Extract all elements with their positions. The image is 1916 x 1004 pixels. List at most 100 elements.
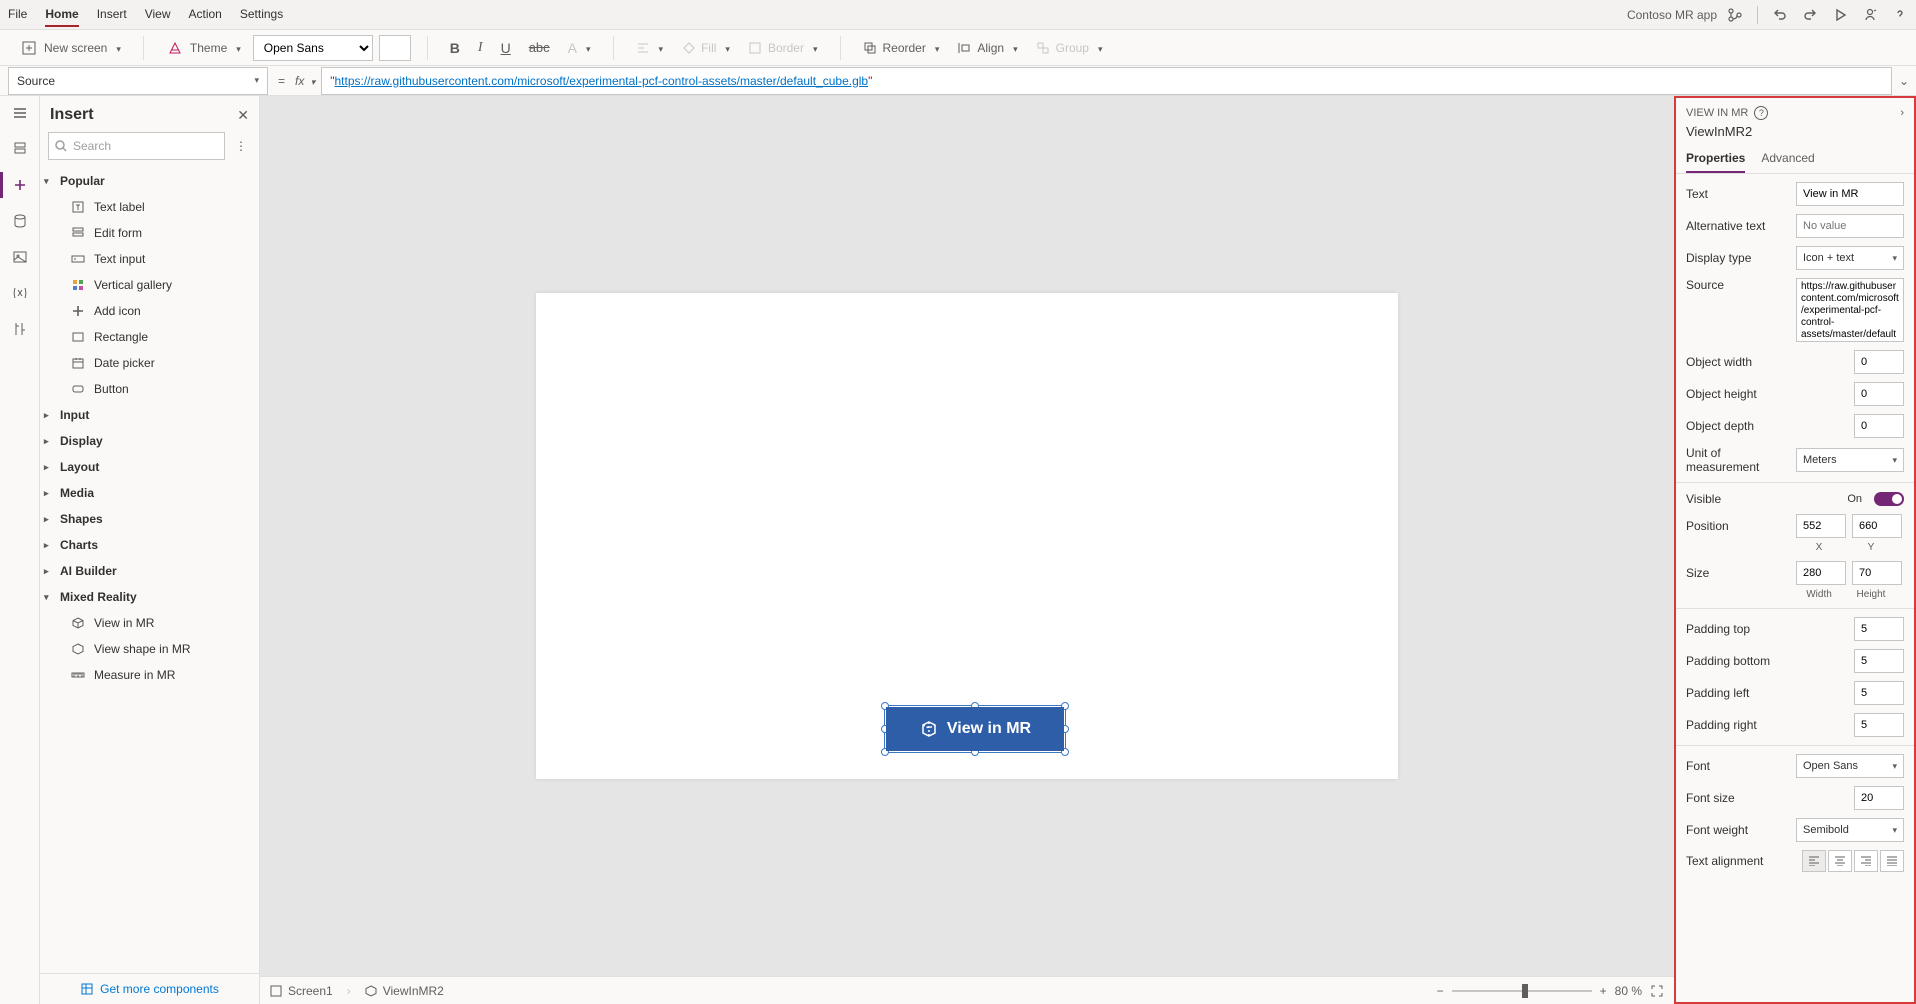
group-button[interactable]: Group xyxy=(1030,37,1109,59)
tree-item-view-in-mr[interactable]: View in MR xyxy=(40,610,259,636)
prop-alt-input[interactable] xyxy=(1796,214,1904,238)
help-icon[interactable] xyxy=(1892,7,1908,23)
prop-objh-input[interactable] xyxy=(1854,382,1904,406)
prop-visible-toggle[interactable] xyxy=(1874,492,1904,506)
tree-group-charts[interactable]: Charts xyxy=(40,532,259,558)
prop-font-select[interactable]: Open Sans xyxy=(1796,754,1904,778)
tree-view-icon[interactable] xyxy=(11,140,29,158)
prop-size-w[interactable] xyxy=(1796,561,1846,585)
prop-padr-input[interactable] xyxy=(1854,713,1904,737)
prop-padl-input[interactable] xyxy=(1854,681,1904,705)
search-input[interactable]: Search xyxy=(48,132,225,160)
tree-item-rectangle[interactable]: Rectangle xyxy=(40,324,259,350)
redo-icon[interactable] xyxy=(1802,7,1818,23)
zoom-in-icon[interactable]: + xyxy=(1600,984,1607,998)
text-align-button[interactable] xyxy=(630,37,670,59)
prop-size-h[interactable] xyxy=(1852,561,1902,585)
view-in-mr-button[interactable]: View in MR xyxy=(886,707,1064,751)
get-more-components[interactable]: Get more components xyxy=(40,973,259,1004)
hamburger-icon[interactable] xyxy=(11,104,29,122)
tree-group-mixed-reality[interactable]: Mixed Reality xyxy=(40,584,259,610)
play-icon[interactable] xyxy=(1832,7,1848,23)
align-left-button[interactable] xyxy=(1802,850,1826,872)
tree-item-text-input[interactable]: Text input xyxy=(40,246,259,272)
data-icon[interactable] xyxy=(11,212,29,230)
new-screen-button[interactable]: New screen xyxy=(14,35,127,61)
prop-objd-input[interactable] xyxy=(1854,414,1904,438)
fill-button[interactable]: Fill xyxy=(675,37,736,59)
tab-properties[interactable]: Properties xyxy=(1686,145,1745,173)
menu-tab-home[interactable]: Home xyxy=(45,3,78,27)
property-selector[interactable]: Source ▾ xyxy=(8,67,268,95)
theme-button[interactable]: Theme xyxy=(160,35,247,61)
italic-button[interactable]: I xyxy=(472,36,489,60)
share-icon[interactable] xyxy=(1862,7,1878,23)
tree-group-shapes[interactable]: Shapes xyxy=(40,506,259,532)
help-badge-icon[interactable]: ? xyxy=(1754,106,1768,120)
prop-objw-input[interactable] xyxy=(1854,350,1904,374)
bold-button[interactable]: B xyxy=(444,36,466,60)
prop-pos-x[interactable] xyxy=(1796,514,1846,538)
prop-text-input[interactable] xyxy=(1796,182,1904,206)
prop-unit-select[interactable]: Meters xyxy=(1796,448,1904,472)
menu-tab-view[interactable]: View xyxy=(145,3,171,27)
menu-tab-file[interactable]: File xyxy=(8,3,27,27)
tree-item-view-shape-in-mr[interactable]: View shape in MR xyxy=(40,636,259,662)
tree-group-ai-builder[interactable]: AI Builder xyxy=(40,558,259,584)
source-control-icon[interactable] xyxy=(1727,7,1743,23)
font-size-input[interactable] xyxy=(379,35,411,61)
align-right-button[interactable] xyxy=(1854,850,1878,872)
fit-icon[interactable] xyxy=(1650,984,1664,998)
tree-item-date-picker[interactable]: Date picker xyxy=(40,350,259,376)
tree-item-text-label[interactable]: Text label xyxy=(40,194,259,220)
tree-item-measure-in-mr[interactable]: Measure in MR xyxy=(40,662,259,688)
border-button[interactable]: Border xyxy=(742,37,824,59)
tree-group-layout[interactable]: Layout xyxy=(40,454,259,480)
tree-group-popular[interactable]: Popular xyxy=(40,168,259,194)
tree-item-edit-form[interactable]: Edit form xyxy=(40,220,259,246)
menu-tab-action[interactable]: Action xyxy=(189,3,222,27)
align-center-button[interactable] xyxy=(1828,850,1852,872)
tree-group-media[interactable]: Media xyxy=(40,480,259,506)
more-icon[interactable]: ⋮ xyxy=(231,139,251,153)
tree-group-display[interactable]: Display xyxy=(40,428,259,454)
strike-button[interactable]: abc xyxy=(523,36,556,59)
prop-fontsize-input[interactable] xyxy=(1854,786,1904,810)
font-select[interactable]: Open Sans xyxy=(253,35,373,61)
canvas-stage[interactable]: View in MR xyxy=(260,96,1674,976)
collapse-panel-icon[interactable]: › xyxy=(1900,107,1904,119)
tree-group-input[interactable]: Input xyxy=(40,402,259,428)
breadcrumb-control[interactable]: ViewInMR2 xyxy=(365,984,444,998)
font-color-button[interactable]: A xyxy=(562,36,597,60)
prop-fontweight-select[interactable]: Semibold xyxy=(1796,818,1904,842)
control-name[interactable]: ViewInMR2 xyxy=(1686,120,1904,145)
tree-item-button[interactable]: Button xyxy=(40,376,259,402)
formula-input[interactable]: "https://raw.githubusercontent.com/micro… xyxy=(321,67,1892,95)
prop-source-input[interactable]: https://raw.githubusercontent.com/micros… xyxy=(1796,278,1904,342)
tree-item-add-icon[interactable]: Add icon xyxy=(40,298,259,324)
prop-padb-input[interactable] xyxy=(1854,649,1904,673)
formula-expand-icon[interactable]: ⌄ xyxy=(1892,74,1916,88)
reorder-button[interactable]: Reorder xyxy=(857,37,946,59)
underline-button[interactable]: U xyxy=(495,36,517,60)
canvas[interactable]: View in MR xyxy=(536,293,1398,779)
tree-item-vertical-gallery[interactable]: Vertical gallery xyxy=(40,272,259,298)
menu-tab-settings[interactable]: Settings xyxy=(240,3,283,27)
prop-padt-input[interactable] xyxy=(1854,617,1904,641)
zoom-slider[interactable] xyxy=(1452,990,1592,992)
tab-advanced[interactable]: Advanced xyxy=(1761,145,1814,173)
align-justify-button[interactable] xyxy=(1880,850,1904,872)
menu-tab-insert[interactable]: Insert xyxy=(97,3,127,27)
advanced-tools-icon[interactable] xyxy=(11,320,29,338)
align-button[interactable]: Align xyxy=(951,37,1023,59)
prop-pos-y[interactable] xyxy=(1852,514,1902,538)
insert-rail-icon[interactable] xyxy=(11,176,29,194)
variables-icon[interactable] xyxy=(11,284,29,302)
close-icon[interactable]: ✕ xyxy=(237,107,249,124)
zoom-out-icon[interactable]: − xyxy=(1437,984,1444,998)
prop-displaytype-select[interactable]: Icon + text xyxy=(1796,246,1904,270)
undo-icon[interactable] xyxy=(1772,7,1788,23)
fx-label[interactable]: fx xyxy=(295,74,321,88)
media-rail-icon[interactable] xyxy=(11,248,29,266)
breadcrumb-screen[interactable]: Screen1 xyxy=(270,984,333,998)
